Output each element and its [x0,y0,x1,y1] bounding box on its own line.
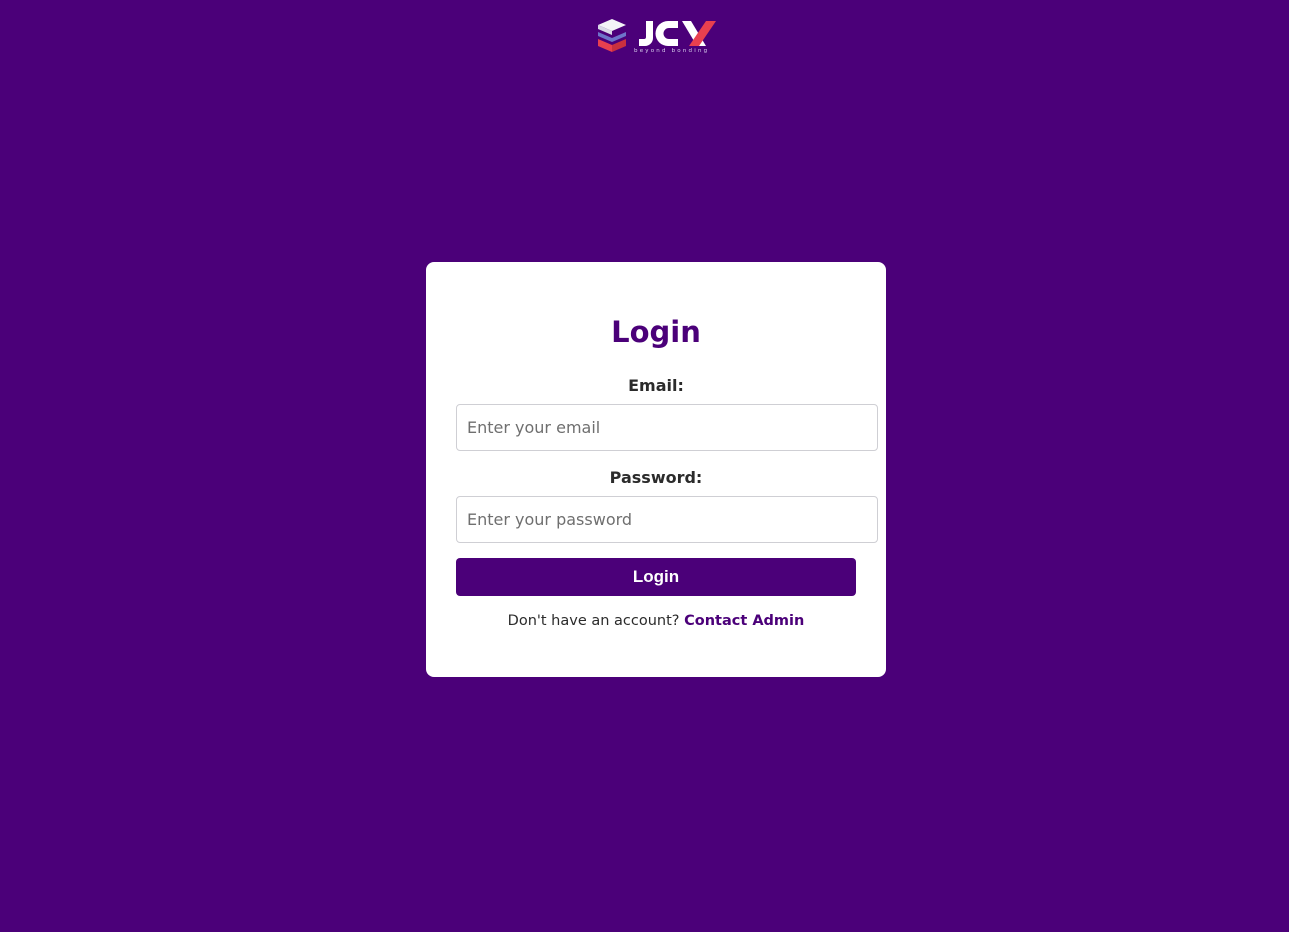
signup-prompt-line: Don't have an account? Contact Admin [426,611,886,631]
page-title: Login [611,315,701,349]
signup-prompt-text: Don't have an account? [507,613,680,629]
logo-tagline: beyond bonding [634,48,709,54]
login-card: Login Email: Password: Login Don't have … [426,262,886,677]
password-field[interactable] [456,496,878,543]
contact-admin-link[interactable]: Contact Admin [684,613,804,629]
login-button[interactable]: Login [456,558,856,596]
cube-mark-icon [598,19,626,52]
email-label: Email: [628,376,684,395]
jcx-logo: beyond bonding [598,19,716,54]
password-label: Password: [609,468,703,487]
login-page: beyond bonding Login Email: Password: Lo… [0,0,1289,932]
email-field[interactable] [456,404,878,451]
